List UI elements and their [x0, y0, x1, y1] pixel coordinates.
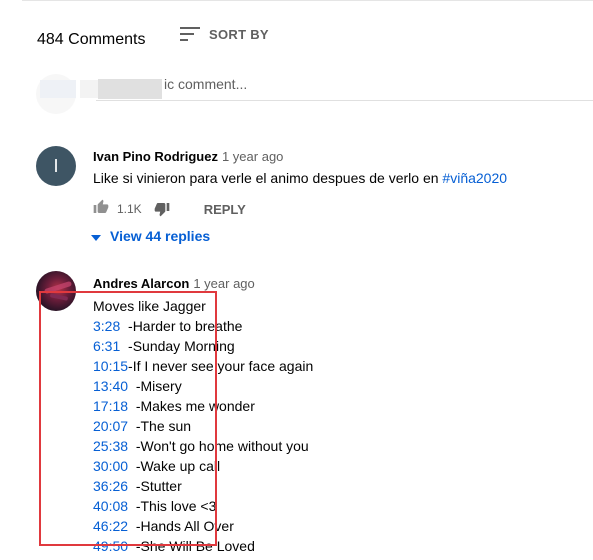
author-name[interactable]: Andres Alarcon [93, 276, 189, 291]
sort-by-label: SORT BY [209, 26, 269, 42]
add-comment-underline [96, 100, 593, 101]
comment-author: Ivan Pino Rodriguez 1 year ago [93, 149, 283, 164]
redacted-region [98, 79, 162, 99]
like-icon[interactable] [93, 199, 109, 220]
comment-body: Like si vinieron para verle el animo des… [93, 170, 443, 186]
top-divider [22, 0, 593, 1]
avatar[interactable]: I [36, 146, 76, 186]
comment-text: Like si vinieron para verle el animo des… [93, 170, 507, 186]
comment-time[interactable]: 1 year ago [222, 149, 283, 164]
highlight-box [39, 291, 217, 546]
dislike-icon[interactable] [154, 201, 170, 217]
sort-by-button[interactable]: SORT BY [180, 26, 269, 42]
view-replies-button[interactable]: View 44 replies [91, 228, 210, 244]
hashtag-link[interactable]: #viña2020 [442, 170, 507, 186]
chevron-down-icon [91, 228, 101, 244]
reply-button[interactable]: REPLY [204, 202, 246, 217]
author-name[interactable]: Ivan Pino Rodriguez [93, 149, 218, 164]
sort-icon [180, 26, 200, 42]
avatar-letter: I [53, 155, 59, 176]
comment-time[interactable]: 1 year ago [193, 276, 254, 291]
comment-count: 484 Comments [37, 31, 146, 48]
add-comment-input[interactable]: ic comment... [164, 76, 247, 92]
redacted-region [40, 80, 76, 98]
add-comment-row: ic comment... [36, 70, 593, 114]
comment-actions: 1.1K REPLY [93, 199, 246, 219]
redacted-region [80, 80, 98, 98]
like-count: 1.1K [117, 202, 142, 216]
view-replies-label: View 44 replies [110, 228, 211, 244]
comment-author: Andres Alarcon 1 year ago [93, 276, 255, 291]
